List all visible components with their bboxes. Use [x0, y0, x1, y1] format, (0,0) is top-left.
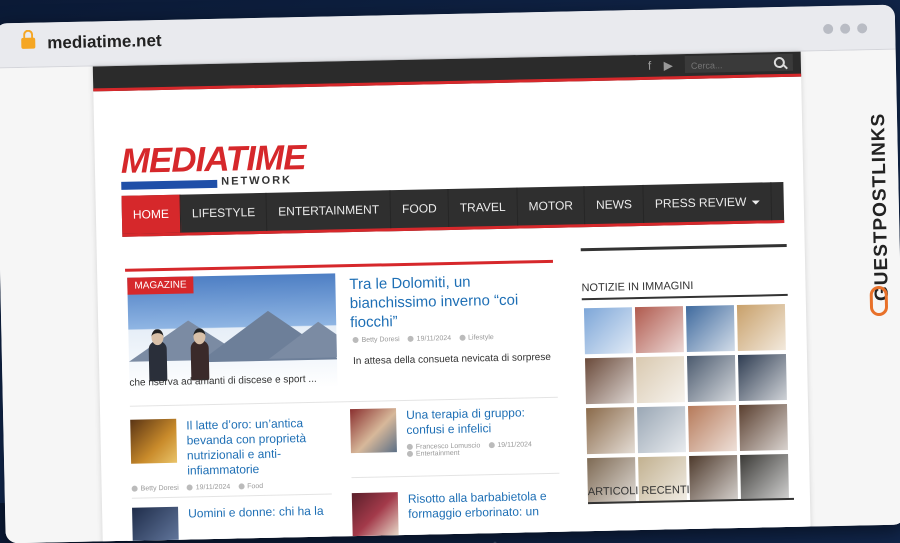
chevron-down-icon — [751, 200, 760, 205]
nav-item-food[interactable]: FOOD — [390, 189, 450, 229]
gallery-thumbnail[interactable] — [739, 403, 788, 451]
gallery-thumbnail[interactable] — [686, 355, 736, 403]
site-container: f ▶ MEDIATIME NETWORK HOME LIFESTYLE ENT… — [92, 51, 811, 543]
post-meta: Francesco Lomuscio 19/11/2024 Entertainm… — [406, 441, 557, 458]
gallery-heading: NOTIZIE IN IMMAGINI — [581, 279, 694, 295]
image-gallery — [583, 303, 796, 508]
nav-item-press-review[interactable]: PRESS REVIEW — [643, 182, 772, 223]
gallery-thumbnail[interactable] — [586, 407, 636, 455]
sidebar-divider — [580, 243, 787, 252]
post-date: 19/11/2024 — [416, 334, 452, 343]
gallery-thumbnail[interactable] — [740, 453, 790, 501]
nav-item-label: PRESS REVIEW — [654, 194, 747, 211]
gallery-thumbnail[interactable] — [689, 455, 739, 503]
gallery-thumbnail[interactable] — [583, 307, 633, 355]
heading-underline — [581, 293, 788, 301]
gallery-thumbnail[interactable] — [688, 405, 737, 453]
logo-sub-text: NETWORK — [221, 174, 293, 188]
author-name[interactable]: Betty Doresi — [141, 485, 179, 493]
clock-icon — [186, 484, 193, 491]
post-category[interactable]: Lifestyle — [468, 334, 494, 342]
gallery-thumbnail[interactable] — [585, 357, 634, 405]
post-title[interactable]: Il latte d’oro: un’antica bevanda con pr… — [186, 415, 337, 478]
post-thumbnail[interactable] — [350, 408, 397, 454]
watermark-text: GUESTPOSTLINKS — [867, 112, 893, 302]
gallery-thumbnail[interactable] — [637, 406, 686, 454]
gallery-thumbnail[interactable] — [737, 353, 787, 401]
gallery-thumbnail[interactable] — [736, 303, 786, 351]
nav-item-motor[interactable]: MOTOR — [517, 186, 586, 226]
folder-icon — [459, 334, 466, 341]
url-text[interactable]: mediatime.net — [47, 31, 162, 53]
user-icon — [352, 337, 359, 344]
post-thumbnail[interactable] — [351, 492, 399, 538]
post-date: 19/11/2024 — [497, 441, 532, 450]
clock-icon — [488, 442, 495, 449]
section-divider — [125, 259, 553, 272]
watermark: GUESTPOSTLINKS — [862, 90, 895, 321]
folder-icon — [406, 450, 414, 458]
browser-window: mediatime.net f ▶ MEDIATIME NETWORK — [0, 4, 900, 543]
post-meta: Betty Doresi 19/11/2024 Food — [131, 483, 263, 493]
post-category[interactable]: Food — [247, 483, 263, 490]
user-icon — [131, 485, 138, 492]
nav-item-entertainment[interactable]: ENTERTAINMENT — [266, 190, 392, 231]
post-thumbnail[interactable] — [132, 506, 179, 543]
logo-bar — [121, 179, 218, 190]
post-date: 19/11/2024 — [195, 483, 231, 492]
gallery-thumbnail[interactable] — [634, 306, 684, 354]
post-title[interactable]: Una terapia di gruppo: confusi e infelic… — [406, 405, 557, 438]
divider — [351, 472, 560, 479]
post-thumbnail[interactable] — [130, 418, 178, 464]
window-dot-icon[interactable] — [823, 23, 834, 35]
clock-icon — [407, 335, 414, 343]
lock-icon — [21, 37, 36, 49]
window-dot-icon[interactable] — [840, 23, 851, 34]
social-links: f ▶ — [639, 58, 673, 73]
user-icon — [406, 443, 413, 451]
site-logo[interactable]: MEDIATIME NETWORK — [120, 138, 306, 190]
facebook-icon[interactable]: f — [648, 59, 652, 73]
featured-meta: Betty Doresi 19/11/2024 Lifestyle — [352, 334, 494, 344]
window-controls — [816, 20, 868, 39]
recent-heading: ARTICOLI RECENTI — [587, 484, 690, 499]
gallery-thumbnail[interactable] — [635, 356, 685, 404]
list-item: Risotto alla barbabietola e formaggio er… — [351, 489, 563, 539]
nav-item-news[interactable]: NEWS — [584, 184, 645, 225]
folder-icon — [238, 483, 245, 490]
nav-item-home[interactable]: HOME — [121, 194, 182, 234]
list-item: Uomini e donne: chi ha la — [132, 504, 333, 543]
author-name[interactable]: Betty Doresi — [362, 336, 400, 344]
nav-item-travel[interactable]: TRAVEL — [448, 187, 518, 228]
gallery-thumbnail[interactable] — [685, 305, 735, 353]
search-box[interactable] — [684, 53, 794, 75]
main-nav: HOME LIFESTYLE ENTERTAINMENT FOOD TRAVEL… — [121, 182, 785, 237]
page-viewport: f ▶ MEDIATIME NETWORK HOME LIFESTYLE ENT… — [0, 49, 900, 543]
post-title[interactable]: Uomini e donne: chi ha la — [188, 503, 338, 521]
post-category[interactable]: Entertainment — [416, 450, 460, 458]
list-item: Il latte d’oro: un’antica bevanda con pr… — [130, 416, 332, 496]
post-title[interactable]: Risotto alla barbabietola e formaggio er… — [408, 489, 559, 522]
window-dot-icon[interactable] — [857, 23, 868, 34]
search-input[interactable] — [684, 55, 772, 75]
category-badge[interactable]: MAGAZINE — [127, 276, 194, 295]
nav-item-lifestyle[interactable]: LIFESTYLE — [180, 192, 268, 233]
link-icon — [869, 285, 889, 317]
youtube-icon[interactable]: ▶ — [664, 58, 674, 72]
featured-title[interactable]: Tra le Dolomiti, un bianchissimo inverno… — [349, 271, 550, 332]
search-icon[interactable] — [773, 56, 785, 69]
list-item: Una terapia di gruppo: confusi e infelic… — [350, 405, 561, 469]
